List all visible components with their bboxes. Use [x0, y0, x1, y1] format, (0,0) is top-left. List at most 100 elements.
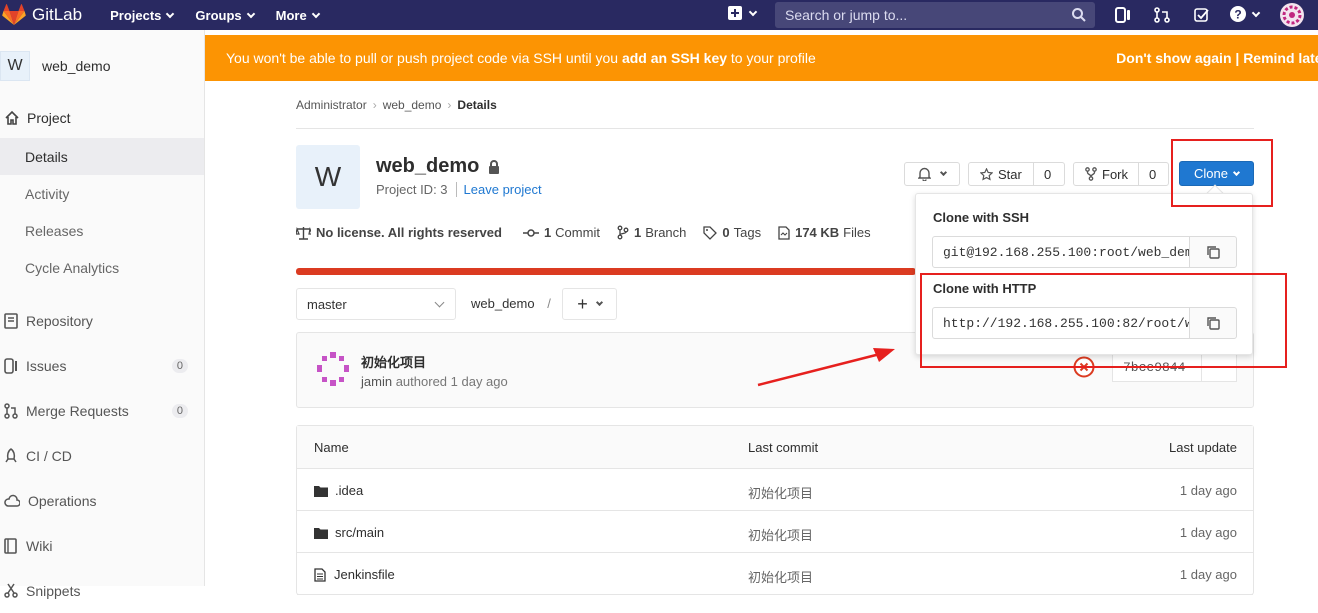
- search-input[interactable]: Search or jump to...: [775, 2, 1095, 28]
- sidebar-item-label: Merge Requests: [26, 402, 129, 419]
- branch-name: master: [307, 296, 347, 312]
- scissors-icon: [4, 583, 18, 598]
- chevron-down-icon: [595, 298, 603, 307]
- column-name: Name: [314, 440, 349, 455]
- table-row[interactable]: .idea 初始化项目 1 day ago: [297, 469, 1253, 511]
- chevron-down-icon: [939, 168, 948, 177]
- repo-path: web_demo /: [471, 296, 551, 311]
- annotation-box-http: [920, 273, 1287, 368]
- annotation-arrow-icon: [757, 348, 895, 387]
- file-name-cell[interactable]: Jenkinsfile: [314, 567, 395, 582]
- sidebar-item-merge-requests[interactable]: Merge Requests 0: [0, 388, 204, 433]
- file-commit[interactable]: 初始化项目: [748, 483, 813, 502]
- license-stat[interactable]: No license. All rights reserved: [296, 225, 506, 240]
- nav-projects[interactable]: Projects: [110, 7, 175, 23]
- sidebar-item-releases[interactable]: Releases: [0, 212, 204, 249]
- gitlab-logo[interactable]: GitLab: [2, 4, 82, 26]
- folder-icon: [314, 485, 328, 497]
- sidebar-item-label: Project: [27, 110, 71, 126]
- add-file-dropdown[interactable]: +: [562, 288, 617, 320]
- annotation-box-clone: [1171, 139, 1273, 207]
- sidebar-item-label: Snippets: [26, 582, 81, 599]
- help-dropdown[interactable]: ?: [1229, 5, 1261, 23]
- sidebar-item-label: Issues: [26, 357, 67, 374]
- sidebar-item-operations[interactable]: Operations: [0, 478, 204, 523]
- tags-count: 0: [722, 225, 730, 240]
- project-name: web_demo: [376, 155, 480, 177]
- fork-button[interactable]: Fork 0: [1073, 162, 1169, 186]
- chevron-down-icon: [1251, 8, 1261, 17]
- table-row[interactable]: Jenkinsfile 初始化项目 1 day ago: [297, 553, 1253, 595]
- sidebar-item-issues[interactable]: Issues 0: [0, 343, 204, 388]
- file-name: Jenkinsfile: [334, 567, 395, 582]
- banner-text-before: You won't be able to pull or push projec…: [226, 50, 622, 66]
- sidebar-project-name: web_demo: [42, 58, 111, 74]
- branch-icon: [617, 225, 629, 240]
- banner-text-after: to your profile: [727, 50, 816, 66]
- top-navbar: GitLab Projects Groups More Search or ju…: [0, 0, 1318, 30]
- ssh-key-warning-banner: You won't be able to pull or push projec…: [205, 35, 1318, 81]
- table-row[interactable]: src/main 初始化项目 1 day ago: [297, 511, 1253, 553]
- branch-selector[interactable]: master: [296, 288, 456, 320]
- file-updated: 1 day ago: [1179, 483, 1237, 498]
- sidebar-item-repository[interactable]: Repository: [0, 298, 204, 343]
- commits-stat[interactable]: 1 Commit: [522, 225, 600, 240]
- file-updated: 1 day ago: [1179, 525, 1237, 540]
- table-header: Name Last commit Last update: [297, 426, 1253, 469]
- branches-stat[interactable]: 1 Branch: [617, 225, 686, 240]
- file-name-cell[interactable]: src/main: [314, 525, 384, 540]
- sidebar-project-header[interactable]: W web_demo: [0, 30, 204, 102]
- new-item-dropdown[interactable]: [728, 6, 758, 20]
- fork-count[interactable]: 0: [1138, 163, 1166, 185]
- sidebar-item-snippets[interactable]: Snippets: [0, 568, 204, 613]
- sidebar-item-wiki[interactable]: Wiki: [0, 523, 204, 568]
- breadcrumb-project[interactable]: web_demo: [383, 98, 442, 112]
- sidebar-item-label: Repository: [26, 312, 93, 329]
- sidebar-item-activity[interactable]: Activity: [0, 175, 204, 212]
- project-avatar-small: W: [0, 51, 30, 81]
- banner-dismiss-links[interactable]: Don't show again | Remind later: [1116, 50, 1318, 66]
- commit-author[interactable]: jamin: [361, 374, 392, 389]
- file-commit[interactable]: 初始化项目: [748, 525, 813, 544]
- breadcrumb-administrator[interactable]: Administrator: [296, 98, 367, 112]
- sidebar-item-label: Releases: [25, 222, 84, 239]
- tags-stat[interactable]: 0 Tags: [703, 225, 761, 240]
- add-ssh-key-link[interactable]: add an SSH key: [622, 50, 727, 66]
- sidebar-item-details[interactable]: Details: [0, 138, 204, 175]
- notification-button[interactable]: [904, 162, 960, 186]
- chevron-down-icon: [166, 9, 175, 18]
- star-button[interactable]: Star 0: [968, 162, 1065, 186]
- star-icon: [980, 167, 993, 181]
- sidebar-item-label: CI / CD: [26, 447, 72, 464]
- sidebar-item-cycle-analytics[interactable]: Cycle Analytics: [0, 249, 204, 286]
- user-avatar[interactable]: [1280, 3, 1304, 27]
- file-name-cell[interactable]: .idea: [314, 483, 363, 498]
- repo-path-root[interactable]: web_demo: [471, 296, 535, 311]
- sidebar-item-label: Details: [25, 148, 68, 165]
- star-count[interactable]: 0: [1033, 163, 1061, 185]
- issues-icon[interactable]: [1115, 7, 1131, 23]
- nav-projects-label: Projects: [110, 7, 162, 23]
- files-stat[interactable]: 174 KB Files: [778, 225, 871, 240]
- chevron-right-icon: ›: [372, 98, 377, 112]
- sidebar-item-project[interactable]: Project: [0, 102, 204, 134]
- brand-name: GitLab: [32, 5, 83, 24]
- project-stats: No license. All rights reserved 1 Commit …: [296, 225, 888, 240]
- chevron-down-icon: [434, 297, 445, 308]
- sidebar-item-label: Wiki: [26, 537, 53, 554]
- todo-icon[interactable]: [1194, 7, 1210, 23]
- commit-title[interactable]: 初始化项目: [361, 352, 426, 371]
- sidebar-item-ci-cd[interactable]: CI / CD: [0, 433, 204, 478]
- svg-text:?: ?: [1234, 8, 1241, 22]
- sidebar-item-label: Cycle Analytics: [25, 259, 120, 276]
- merge-request-icon[interactable]: [1154, 7, 1170, 23]
- author-avatar[interactable]: [314, 350, 352, 388]
- file-commit[interactable]: 初始化项目: [748, 567, 813, 586]
- nav-more[interactable]: More: [276, 8, 320, 23]
- copy-ssh-url-button[interactable]: [1189, 236, 1237, 268]
- nav-groups[interactable]: Groups: [195, 8, 255, 23]
- clone-ssh-url-field[interactable]: git@192.168.255.100:root/web_demo.git: [932, 236, 1190, 268]
- help-icon: ?: [1230, 6, 1246, 22]
- breadcrumb-details[interactable]: Details: [457, 98, 496, 112]
- leave-project-link[interactable]: Leave project: [455, 182, 542, 197]
